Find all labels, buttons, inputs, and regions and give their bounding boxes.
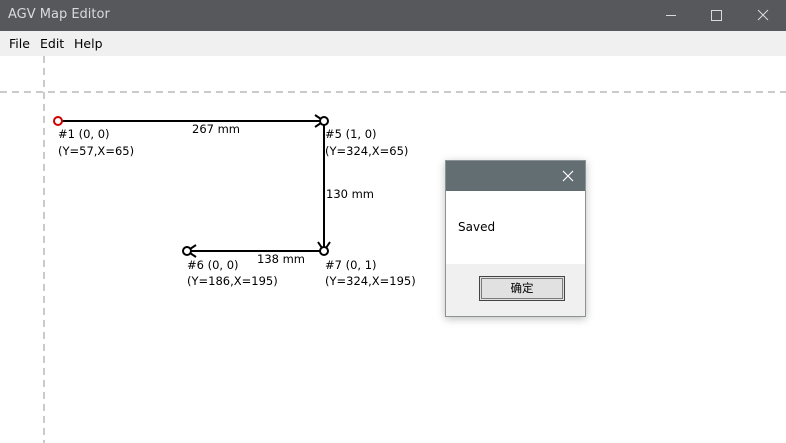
node-7-coords: (Y=324,X=195) xyxy=(325,274,416,288)
title-bar: AGV Map Editor xyxy=(0,0,786,31)
menu-edit[interactable]: Edit xyxy=(40,36,64,51)
node-5-id: #5 (1, 0) xyxy=(325,127,377,141)
node-6-coords: (Y=186,X=195) xyxy=(187,274,278,288)
close-button[interactable] xyxy=(740,0,786,31)
map-canvas[interactable]: #1 (0, 0) (Y=57,X=65) #5 (1, 0) (Y=324,X… xyxy=(0,56,786,443)
minimize-button[interactable] xyxy=(648,0,694,31)
node-6-id: #6 (0, 0) xyxy=(187,258,239,272)
map-drawing xyxy=(0,56,786,443)
node-5-marker xyxy=(319,116,329,126)
maximize-button[interactable] xyxy=(694,0,740,31)
saved-dialog: Saved 确定 xyxy=(445,160,586,317)
edge-1-5-length: 267 mm xyxy=(192,122,241,136)
edge-5-7-length: 130 mm xyxy=(326,187,375,201)
dialog-message: Saved xyxy=(458,220,496,234)
node-1-coords: (Y=57,X=65) xyxy=(58,144,135,158)
node-1-marker xyxy=(53,116,63,126)
node-7-marker xyxy=(319,246,329,256)
dialog-footer: 确定 xyxy=(446,264,585,316)
node-5-coords: (Y=324,X=65) xyxy=(325,144,409,158)
dialog-title-bar xyxy=(446,161,585,191)
node-6-marker xyxy=(182,246,192,256)
menu-file[interactable]: File xyxy=(9,36,30,51)
node-1-id: #1 (0, 0) xyxy=(58,127,110,141)
dialog-close-icon[interactable] xyxy=(559,167,577,185)
node-7-id: #7 (0, 1) xyxy=(325,258,377,272)
menu-bar: File Edit Help xyxy=(0,31,786,56)
edge-7-6-length: 138 mm xyxy=(257,252,306,266)
ok-button[interactable]: 确定 xyxy=(479,276,565,301)
menu-help[interactable]: Help xyxy=(74,36,103,51)
window-title: AGV Map Editor xyxy=(8,7,110,22)
